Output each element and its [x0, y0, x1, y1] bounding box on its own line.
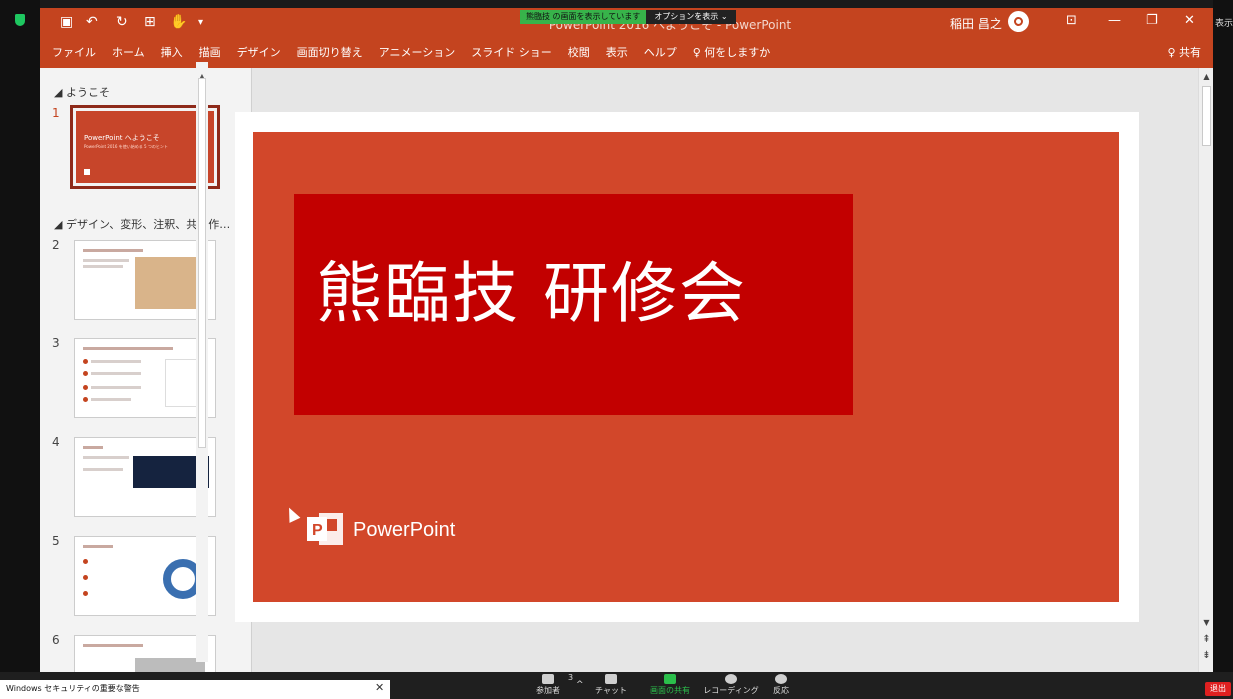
reactions-label: 反応	[773, 686, 789, 695]
slide-number-2: 2	[52, 238, 60, 252]
thumb1-title: PowerPoint へようこそ	[84, 134, 160, 142]
close-button[interactable]: ✕	[1184, 13, 1195, 28]
tab-help[interactable]: ヘルプ	[644, 44, 677, 60]
tab-view[interactable]: 表示	[606, 44, 628, 60]
minimize-button[interactable]: —	[1108, 13, 1121, 28]
scroll-down-icon[interactable]: ▼	[1199, 618, 1213, 627]
slide-title[interactable]: 熊臨技 研修会	[316, 240, 747, 336]
tab-animations[interactable]: アニメーション	[379, 44, 456, 60]
tab-file[interactable]: ファイル	[52, 44, 96, 60]
tell-me-search[interactable]: ♀ 何をしますか	[693, 44, 771, 60]
slide-thumbnail-2[interactable]	[74, 240, 216, 320]
chat-label: チャット	[595, 686, 627, 695]
view-options-button[interactable]: オプションを表示 ⌄	[646, 10, 736, 24]
present-icon[interactable]: ⊞	[144, 14, 156, 30]
participants-icon	[542, 674, 554, 684]
scroll-up-icon[interactable]: ▲	[1199, 72, 1213, 81]
slide-thumbnail-pane: ◢ ようこそ 1 PowerPoint へようこそ PowerPoint 201…	[40, 68, 252, 672]
ribbon: ファイル ホーム 挿入 描画 デザイン 画面切り替え アニメーション スライド …	[40, 36, 1213, 68]
ribbon-tabs: ファイル ホーム 挿入 描画 デザイン 画面切り替え アニメーション スライド …	[52, 44, 786, 60]
avatar[interactable]	[1008, 11, 1029, 32]
slide-thumbnail-5[interactable]	[74, 536, 216, 616]
powerpoint-logo-icon	[84, 169, 90, 175]
tab-review[interactable]: 校閲	[568, 44, 590, 60]
svg-text:P: P	[312, 522, 323, 539]
zoom-right-strip: 表示	[1213, 0, 1233, 699]
reactions-button[interactable]: 反応	[753, 674, 809, 696]
restore-button[interactable]: ❐	[1146, 13, 1158, 28]
slide-thumbnail-1-content: PowerPoint へようこそ PowerPoint 2016 を使い始める …	[76, 111, 214, 183]
zoom-left-strip	[0, 0, 40, 699]
thumb1-subtitle: PowerPoint 2016 を使い始める 5 つのヒント	[84, 144, 168, 149]
user-name[interactable]: 稲田 昌之	[950, 15, 1002, 32]
chat-icon	[605, 674, 617, 684]
screen-share-banner[interactable]: 熊臨技 の画面を表示しています オプションを表示 ⌄	[520, 10, 736, 24]
slide-thumbnail-3[interactable]	[74, 338, 216, 418]
touch-mode-icon[interactable]: ✋	[170, 14, 187, 30]
leave-meeting-button[interactable]: 退出	[1205, 682, 1231, 696]
chat-button[interactable]: チャット	[583, 674, 639, 696]
slide-thumbnail-6[interactable]	[74, 635, 216, 672]
current-slide[interactable]: 熊臨技 研修会 P PowerPoint	[253, 132, 1119, 602]
participants-count: 3	[568, 673, 574, 682]
share-button[interactable]: ♀ 共有	[1167, 44, 1201, 60]
slide-thumbnail-4[interactable]	[74, 437, 216, 517]
participants-label: 参加者	[536, 686, 560, 695]
thumbnail-scrollbar[interactable]: ▲	[196, 62, 208, 662]
screen: 表示 ▣ ↶ ↻ ⊞ ✋ ▾ PowerPoint 2016 へようこそ - P…	[0, 0, 1233, 699]
ribbon-display-icon[interactable]: ⊡	[1066, 13, 1077, 28]
redo-icon[interactable]: ↻	[116, 14, 128, 30]
record-icon	[725, 674, 737, 684]
share-status-label: 熊臨技 の画面を表示しています	[520, 10, 647, 24]
tab-draw[interactable]: 描画	[199, 44, 221, 60]
reactions-icon	[775, 674, 787, 684]
previous-slide-icon[interactable]: ⇞	[1199, 634, 1213, 645]
customize-toolbar-icon[interactable]: ▾	[198, 17, 203, 28]
save-icon[interactable]: ▣	[60, 14, 73, 30]
slide-number-5: 5	[52, 534, 60, 548]
tab-insert[interactable]: 挿入	[161, 44, 183, 60]
view-options-label[interactable]: 表示	[1215, 16, 1233, 29]
title-placeholder[interactable]: 熊臨技 研修会	[294, 194, 853, 415]
notice-close-button[interactable]: ✕	[375, 681, 384, 694]
slide-number-1: 1	[52, 106, 60, 120]
record-label: レコーディング	[703, 686, 759, 695]
tab-home[interactable]: ホーム	[112, 44, 145, 60]
tab-design[interactable]: デザイン	[237, 44, 281, 60]
share-screen-icon	[664, 674, 676, 684]
share-screen-button[interactable]: 画面の共有	[642, 674, 698, 696]
security-notice-text: Windows セキュリティの重要な警告	[6, 684, 140, 693]
undo-icon[interactable]: ↶	[86, 14, 98, 30]
slide-number-6: 6	[52, 633, 60, 647]
title-bar: ▣ ↶ ↻ ⊞ ✋ ▾ PowerPoint 2016 へようこそ - Powe…	[40, 8, 1213, 36]
slide-number-4: 4	[52, 435, 60, 449]
slide-number-3: 3	[52, 336, 60, 350]
scrollbar-thumb[interactable]	[1202, 86, 1211, 146]
share-screen-label: 画面の共有	[650, 686, 690, 695]
thumbnail-scrollbar-thumb[interactable]	[198, 78, 206, 448]
tab-slideshow[interactable]: スライド ショー	[471, 44, 552, 60]
powerpoint-wordmark: PowerPoint	[353, 519, 456, 541]
powerpoint-logo-icon: P	[307, 513, 343, 545]
record-button[interactable]: レコーディング	[703, 674, 759, 696]
section-welcome[interactable]: ◢ ようこそ	[54, 84, 110, 100]
security-notice[interactable]: Windows セキュリティの重要な警告	[0, 680, 390, 699]
tab-transitions[interactable]: 画面切り替え	[297, 44, 363, 60]
security-shield-icon[interactable]	[15, 14, 25, 26]
vertical-scrollbar[interactable]: ▲ ▼ ⇞ ⇟	[1198, 68, 1213, 672]
next-slide-icon[interactable]: ⇟	[1199, 650, 1213, 661]
